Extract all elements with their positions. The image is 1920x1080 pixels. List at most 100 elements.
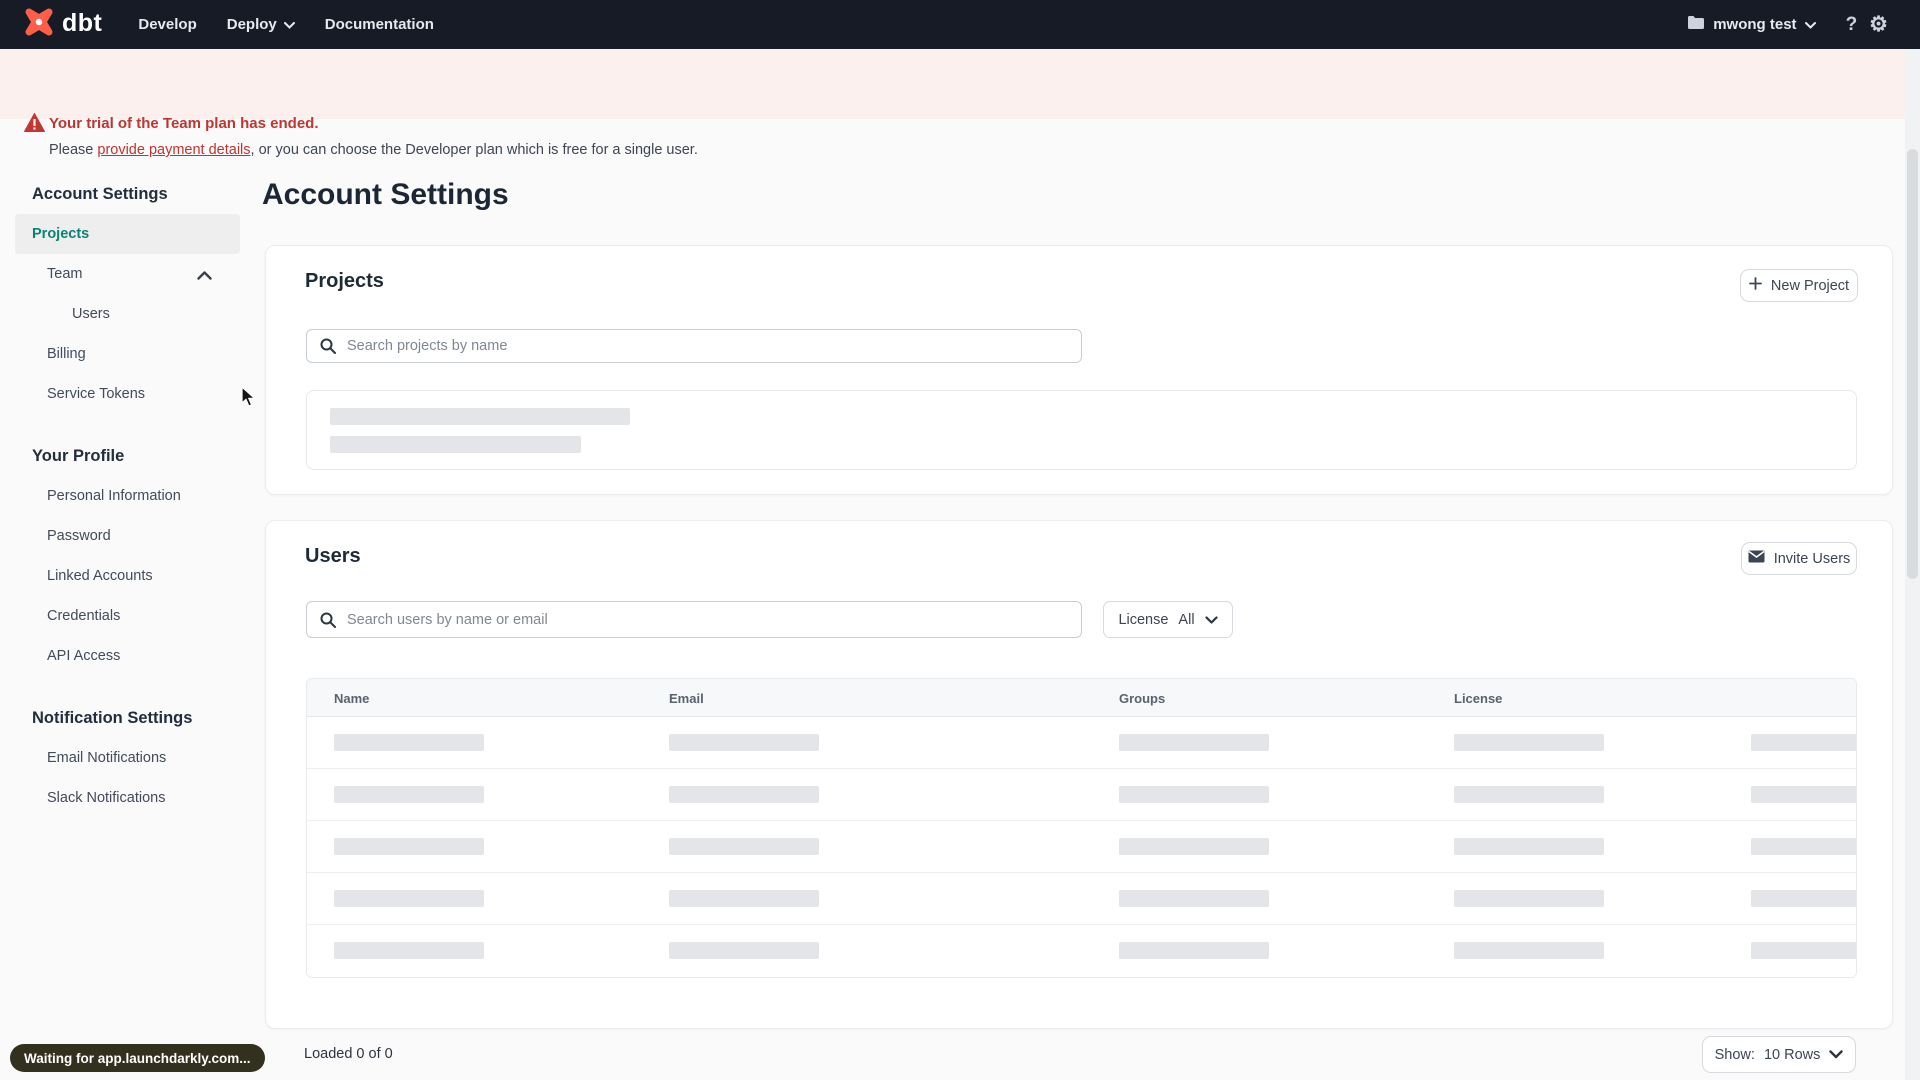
users-table-header: Name Email Groups License [307, 679, 1856, 717]
sidebar-item-service-tokens[interactable]: Service Tokens [15, 374, 240, 414]
projects-card: Projects New Project [265, 245, 1893, 495]
nav-item-deploy[interactable]: Deploy [227, 16, 295, 33]
sidebar-item-projects[interactable]: Projects [15, 214, 240, 254]
plus-icon [1749, 277, 1762, 294]
skeleton-bar [669, 786, 819, 803]
skeleton-bar [1119, 786, 1269, 803]
sidebar-item-api-access[interactable]: API Access [15, 636, 240, 676]
settings-sidebar: Account Settings Projects Team Users Bil… [0, 119, 248, 818]
projects-search-input[interactable] [306, 329, 1082, 363]
skeleton-bar [669, 942, 819, 959]
sidebar-item-label: Projects [32, 226, 90, 242]
sidebar-item-label: API Access [47, 648, 121, 664]
help-icon[interactable]: ? [1846, 15, 1858, 34]
projects-card-heading: Projects [305, 270, 384, 292]
chevron-down-icon [1829, 1047, 1844, 1063]
sidebar-item-password[interactable]: Password [15, 516, 240, 556]
column-header-email: Email [669, 690, 704, 706]
sidebar-heading-account-settings: Account Settings [32, 184, 168, 203]
chevron-down-icon [283, 16, 295, 33]
chevron-down-icon [1804, 16, 1816, 33]
account-switcher[interactable]: mwong test [1687, 15, 1816, 34]
loaded-count: Loaded 0 of 0 [304, 1046, 393, 1062]
skeleton-bar [1751, 734, 1856, 751]
chevron-up-icon [197, 268, 212, 284]
skeleton-bar [1119, 838, 1269, 855]
dbt-logo[interactable]: dbt [22, 5, 102, 44]
skeleton-bar [669, 838, 819, 855]
skeleton-bar [1454, 890, 1604, 907]
table-row-skeleton [307, 925, 1856, 977]
sidebar-item-label: Personal Information [47, 488, 181, 504]
projects-loading-panel [306, 390, 1857, 470]
search-icon [320, 338, 336, 354]
sidebar-item-linked-accounts[interactable]: Linked Accounts [15, 556, 240, 596]
skeleton-bar [1119, 734, 1269, 751]
nav-deploy-label: Deploy [226, 16, 277, 33]
scrollbar-thumb[interactable] [1907, 149, 1918, 579]
skeleton-bar [1454, 786, 1604, 803]
gear-icon[interactable]: ⚙ [1869, 14, 1888, 35]
dbt-logo-text: dbt [62, 8, 103, 37]
users-search-input[interactable] [306, 601, 1082, 638]
sidebar-item-billing[interactable]: Billing [15, 334, 240, 374]
skeleton-bar [1119, 890, 1269, 907]
column-header-groups: Groups [1119, 690, 1166, 706]
trial-ended-banner: Your trial of the Team plan has ended. P… [0, 49, 1920, 158]
sidebar-item-personal-information[interactable]: Personal Information [15, 476, 240, 516]
dbt-logo-icon [22, 5, 56, 44]
dbt-cloud-app: dbt Develop Deploy Documentation mwong t… [0, 0, 1920, 1080]
skeleton-bar [1751, 942, 1856, 959]
new-project-button-label: New Project [1770, 277, 1850, 294]
license-filter-label: License [1118, 611, 1169, 628]
folder-icon [1687, 15, 1705, 34]
sidebar-item-label: Credentials [47, 608, 121, 624]
users-card-heading: Users [305, 545, 361, 567]
mouse-cursor [241, 385, 258, 413]
skeleton-bar [330, 408, 630, 425]
skeleton-bar [330, 436, 581, 453]
page-title: Account Settings [262, 178, 509, 211]
skeleton-bar [1454, 838, 1604, 855]
nav-item-documentation[interactable]: Documentation [325, 16, 434, 33]
projects-search [306, 329, 1082, 363]
top-nav: dbt Develop Deploy Documentation mwong t… [0, 0, 1920, 49]
account-name: mwong test [1713, 16, 1797, 33]
sidebar-item-team[interactable]: Team [15, 254, 240, 294]
sidebar-item-credentials[interactable]: Credentials [15, 596, 240, 636]
nav-item-develop[interactable]: Develop [138, 16, 196, 33]
nav-menu: Develop Deploy Documentation [138, 16, 434, 33]
new-project-button[interactable]: New Project [1740, 269, 1858, 302]
sidebar-item-label: Password [47, 528, 111, 544]
skeleton-bar [1751, 838, 1856, 855]
skeleton-bar [334, 838, 484, 855]
scrollbar-track[interactable] [1905, 49, 1920, 1080]
users-card: Users Invite Users License All Name Emai… [265, 520, 1893, 1029]
sidebar-item-email-notifications[interactable]: Email Notifications [15, 738, 240, 778]
nav-documentation-label: Documentation [324, 16, 434, 33]
skeleton-bar [1751, 890, 1856, 907]
rows-per-page-label: Show: [1714, 1046, 1755, 1063]
sidebar-item-users[interactable]: Users [15, 294, 240, 334]
search-icon [320, 612, 336, 628]
sidebar-item-label: Service Tokens [47, 386, 146, 402]
browser-status-tooltip: Waiting for app.launchdarkly.com... [10, 1044, 265, 1072]
license-filter-dropdown[interactable]: License All [1103, 601, 1233, 638]
sidebar-item-label: Team [47, 266, 83, 282]
invite-users-button[interactable]: Invite Users [1741, 542, 1857, 575]
sidebar-item-label: Users [72, 306, 110, 322]
sidebar-heading-your-profile: Your Profile [32, 446, 125, 465]
license-filter-value: All [1178, 611, 1195, 628]
skeleton-bar [334, 942, 484, 959]
banner-body-suffix: , or you can choose the Developer plan w… [250, 142, 698, 158]
sidebar-item-slack-notifications[interactable]: Slack Notifications [15, 778, 240, 818]
rows-per-page-dropdown[interactable]: Show: 10 Rows [1702, 1036, 1856, 1073]
sidebar-item-label: Linked Accounts [47, 568, 153, 584]
skeleton-bar [1119, 942, 1269, 959]
nav-right-cluster: mwong test ? ⚙ [1687, 0, 1888, 49]
sidebar-item-label: Email Notifications [47, 750, 167, 766]
table-row-skeleton [307, 769, 1856, 821]
envelope-icon [1748, 550, 1765, 567]
users-search [306, 601, 1082, 638]
table-row-skeleton [307, 717, 1856, 769]
